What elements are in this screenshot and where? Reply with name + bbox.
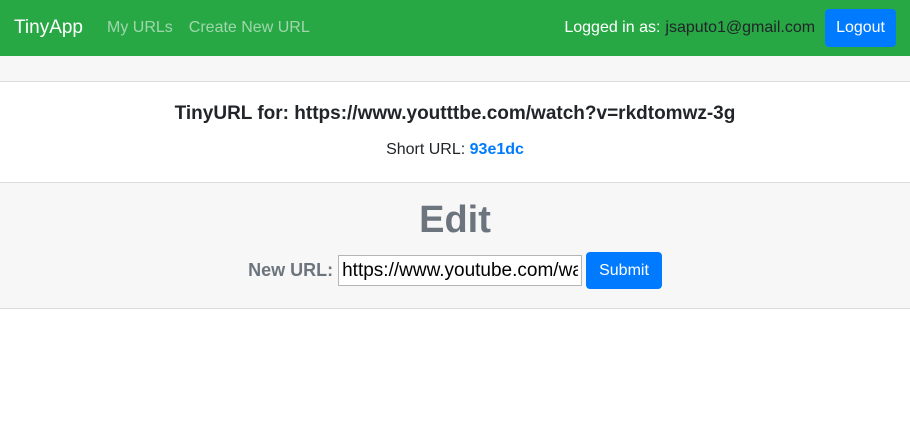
submit-button[interactable]: Submit	[586, 252, 662, 289]
new-url-label: New URL:	[248, 260, 334, 280]
logged-in-email: jsaputo1@gmail.com	[665, 19, 816, 36]
nav-create-new-url[interactable]: Create New URL	[189, 19, 310, 37]
logged-in-label: Logged in as:	[564, 19, 661, 36]
short-url-label: Short URL:	[386, 141, 466, 158]
short-url-line: Short URL: 93e1dc	[0, 141, 910, 159]
edit-heading: Edit	[419, 199, 491, 241]
logout-button[interactable]: Logout	[825, 9, 896, 47]
new-url-input[interactable]	[338, 255, 583, 286]
top-navbar: TinyApp My URLs Create New URL Logged in…	[0, 0, 910, 56]
edit-section: Edit New URL: Submit	[0, 182, 910, 309]
edit-form: New URL: Submit	[0, 252, 910, 289]
nav-my-urls[interactable]: My URLs	[107, 19, 173, 37]
short-url-link[interactable]: 93e1dc	[470, 141, 524, 158]
header-strip	[0, 56, 910, 82]
brand-link[interactable]: TinyApp	[14, 17, 83, 39]
url-card: TinyURL for: https://www.youtttbe.com/wa…	[0, 82, 910, 182]
user-area: Logged in as: jsaputo1@gmail.com Logout	[564, 9, 896, 47]
tinyurl-title: TinyURL for: https://www.youtttbe.com/wa…	[174, 103, 736, 124]
